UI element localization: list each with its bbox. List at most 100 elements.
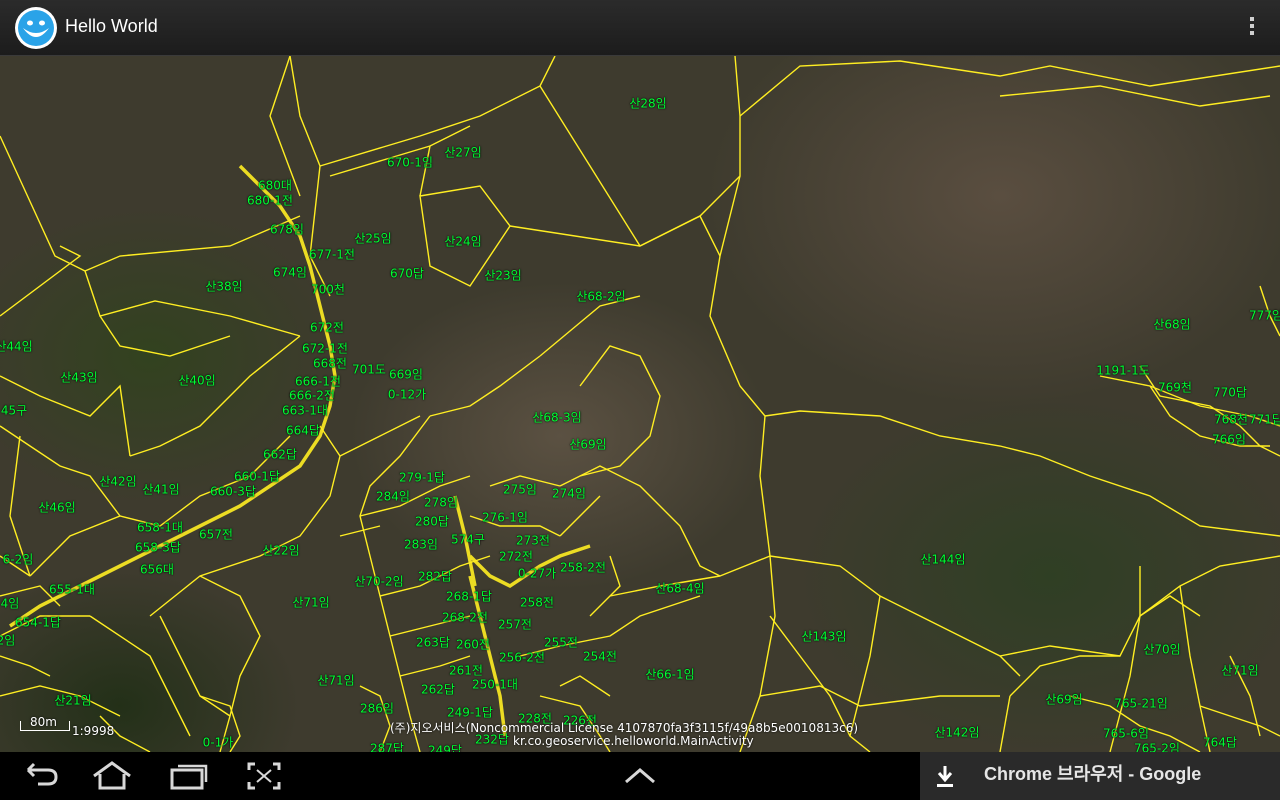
parcel-label: 산142임 — [934, 725, 980, 740]
screenshot-icon[interactable] — [240, 760, 288, 792]
parcel-label: 668전 — [313, 356, 347, 371]
parcel-label: 662답 — [263, 447, 297, 462]
parcel-label: 산41임 — [142, 482, 180, 497]
parcel-label: 256-2전 — [499, 650, 545, 665]
parcel-label: 658-3답 — [135, 540, 181, 555]
app-title: Hello World — [65, 16, 158, 36]
parcel-label: 산46임 — [38, 500, 76, 515]
parcel-label: 산38임 — [205, 279, 243, 294]
parcel-label: 249답 — [428, 743, 462, 753]
parcel-label: 1191-1도 — [1096, 363, 1150, 378]
parcel-label: 산69임 — [1045, 692, 1083, 707]
parcel-label: 664답 — [286, 423, 320, 438]
parcel-label: 258전 — [520, 595, 554, 610]
parcel-label: 284임 — [376, 489, 410, 504]
parcel-label: 765-2임 — [1134, 741, 1180, 753]
parcel-label: 654-1답 — [15, 615, 61, 630]
parcel-label: 258-2전 — [560, 560, 606, 575]
parcel-label: 0-12가 — [387, 387, 427, 402]
activity-name: kr.co.geoservice.helloworld.MainActivity — [513, 734, 754, 748]
parcel-label: 771답 — [1249, 412, 1280, 427]
parcel-label: 산24임 — [444, 234, 482, 249]
parcel-label: 701도 — [352, 362, 386, 377]
parcel-label: 282답 — [418, 569, 452, 584]
parcel-label: 263답 — [416, 635, 450, 650]
parcel-label: 768천 — [1214, 412, 1248, 427]
parcel-label: 산27임 — [444, 145, 482, 160]
parcel-label: 658-1대 — [137, 520, 183, 535]
parcel-label: 산68-3임 — [532, 410, 582, 425]
parcel-label: 283임 — [404, 537, 438, 552]
parcel-label: 산69임 — [569, 437, 607, 452]
parcel-label: 250-1대 — [472, 677, 518, 692]
back-icon[interactable] — [14, 760, 62, 792]
parcel-boundaries — [0, 56, 1280, 752]
parcel-label: 산23임 — [484, 268, 522, 283]
parcel-label: 286임 — [360, 701, 394, 716]
parcel-label: 산68임 — [1153, 317, 1191, 332]
parcel-label: 770답 — [1213, 385, 1247, 400]
chevron-up-icon[interactable] — [616, 760, 664, 792]
overflow-menu-icon[interactable] — [1244, 14, 1260, 42]
parcel-label: 산66-1임 — [645, 667, 695, 682]
parcel-label: 산44임 — [0, 339, 33, 354]
parcel-label: 산71임 — [317, 673, 355, 688]
parcel-label: 680-1전 — [247, 193, 293, 208]
parcel-label: 0-27가 — [517, 566, 557, 581]
parcel-label: 672전 — [310, 320, 344, 335]
parcel-label: 272전 — [499, 549, 533, 564]
parcel-label: 산71임 — [1221, 663, 1259, 678]
parcel-label: 677-1전 — [309, 247, 355, 262]
parcel-label: 45구 — [0, 403, 28, 418]
parcel-label: 766임 — [1212, 432, 1246, 447]
parcel-label: 산144임 — [920, 552, 966, 567]
notification-text: Chrome 브라우저 - Google — [984, 764, 1202, 784]
parcel-label: 6-2임 — [2, 552, 34, 567]
parcel-label: 764답 — [1203, 735, 1237, 750]
parcel-label: 249-1답 — [447, 705, 493, 720]
parcel-label: 산70-2임 — [354, 574, 404, 589]
parcel-label: 254전 — [583, 649, 617, 664]
parcel-label: 산25임 — [354, 231, 392, 246]
parcel-label: 670답 — [390, 266, 424, 281]
home-icon[interactable] — [88, 760, 136, 792]
map-view[interactable]: 산28임 670-1임 산27임 680대 680-1전 678임 산25임 산24임 677-… — [0, 56, 1280, 752]
parcel-label: 산28임 — [629, 96, 667, 111]
parcel-label: 655-1대 — [49, 582, 95, 597]
parcel-label: 670-1임 — [387, 155, 433, 170]
parcel-label: 574구 — [451, 532, 485, 547]
parcel-label: 769천 — [1158, 380, 1192, 395]
parcel-label: 657전 — [199, 527, 233, 542]
parcel-label: 268-1답 — [446, 589, 492, 604]
parcel-label: 656대 — [140, 562, 174, 577]
parcel-label: 268-2전 — [442, 610, 488, 625]
parcel-label: 280답 — [415, 514, 449, 529]
parcel-label: 산43임 — [60, 370, 98, 385]
parcel-label: 287답 — [370, 741, 404, 753]
app-logo-icon[interactable] — [14, 6, 58, 50]
parcel-label: 2임 — [0, 633, 16, 648]
parcel-label: 260전 — [456, 637, 490, 652]
parcel-label: 669임 — [389, 367, 423, 382]
parcel-label: 4임 — [0, 596, 20, 611]
parcel-label: 777임 — [1249, 308, 1280, 323]
parcel-label: 674임 — [273, 265, 307, 280]
parcel-label: 276-1임 — [482, 510, 528, 525]
parcel-label: 660-3답 — [210, 484, 256, 499]
parcel-label: 257전 — [498, 617, 532, 632]
parcel-label: 275임 — [503, 482, 537, 497]
parcel-label: 산21임 — [54, 693, 92, 708]
parcel-label: 산71임 — [292, 595, 330, 610]
parcel-label: 산68-2임 — [576, 289, 626, 304]
chrome-download-notification[interactable]: Chrome 브라우저 - Google — [920, 752, 1280, 800]
download-icon — [937, 766, 953, 787]
parcel-label: 산22임 — [262, 543, 300, 558]
parcel-label: 0-1가 — [202, 735, 234, 750]
parcel-label: 279-1답 — [399, 470, 445, 485]
parcel-label: 산42임 — [99, 474, 137, 489]
action-bar: Hello World — [0, 0, 1280, 56]
recent-apps-icon[interactable] — [164, 760, 212, 792]
parcel-label: 산40임 — [178, 373, 216, 388]
parcel-label: 278임 — [424, 495, 458, 510]
parcel-label: 700천 — [311, 282, 345, 297]
